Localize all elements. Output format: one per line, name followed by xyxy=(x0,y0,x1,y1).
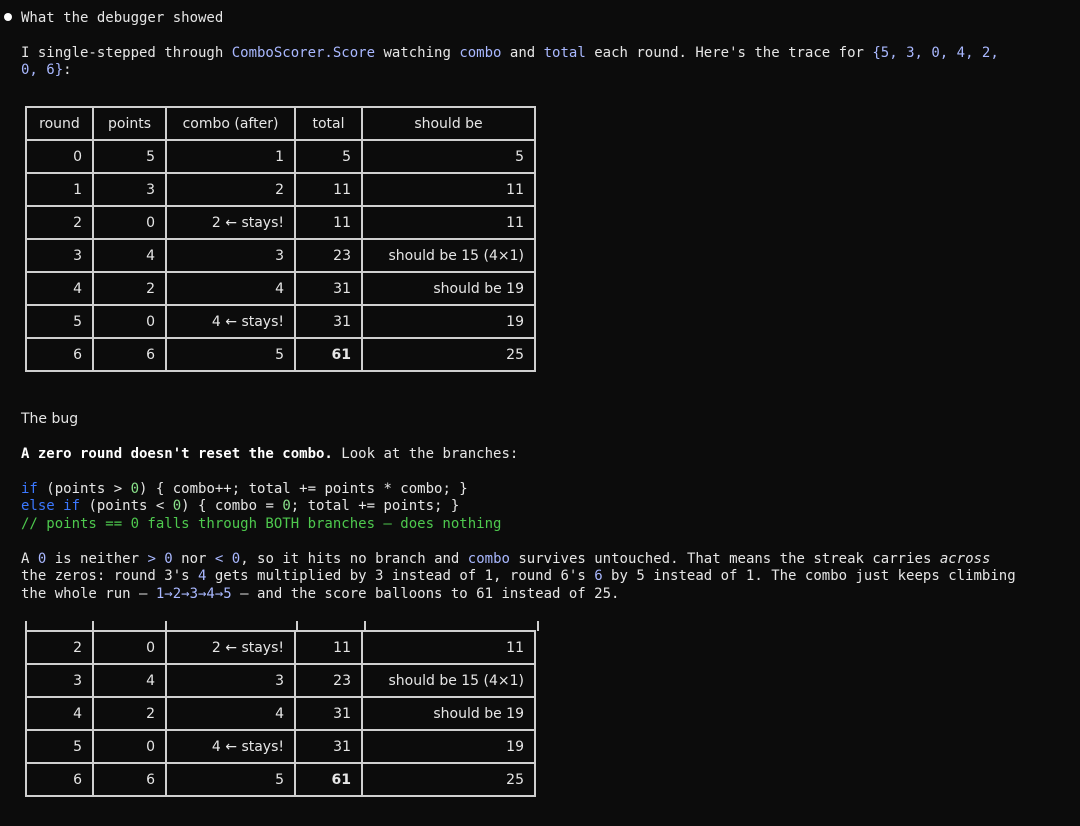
table-cell: 0 xyxy=(25,139,94,174)
table-cell: 4 ← stays! xyxy=(165,304,296,339)
table-cell: 1 xyxy=(25,172,94,207)
table-cell: 19 xyxy=(361,729,536,764)
table-cell: 1 xyxy=(165,139,296,174)
bug-summary: A zero round doesn't reset the combo. Lo… xyxy=(21,446,519,462)
table-cell: 5 xyxy=(25,304,94,339)
table-cell: 11 xyxy=(294,172,363,207)
intro-line-2: 0, 6}: xyxy=(21,62,72,78)
table-cell: 23 xyxy=(294,663,363,698)
table-cell: 3 xyxy=(25,238,94,273)
table-cell: 31 xyxy=(294,696,363,731)
table-row: 6 6 5 61 25 xyxy=(25,337,536,372)
table-cell: 61 xyxy=(294,337,363,372)
bullet-icon xyxy=(4,13,12,21)
table-row: 202 ← stays! 11 11 xyxy=(25,205,536,240)
table-cell: 6 xyxy=(92,337,167,372)
table-header-row: round points combo (after) total should … xyxy=(25,106,536,141)
table-cell: 5 xyxy=(361,139,536,174)
table-cell: 0 xyxy=(92,729,167,764)
table-cell: 4 xyxy=(165,696,296,731)
table-row: 6 6 5 61 25 xyxy=(25,762,536,797)
table-cell: 4 ← stays! xyxy=(165,729,296,764)
table-cell: 4 xyxy=(92,238,167,273)
table-cell: 5 xyxy=(165,762,296,797)
table-cell: 25 xyxy=(361,762,536,797)
intro-line-1: I single-stepped through ComboScorer.Sco… xyxy=(21,45,999,61)
table-cell: 31 xyxy=(294,304,363,339)
table-row: 1 3 2 11 11 xyxy=(25,172,536,207)
table-cell: should be 19 xyxy=(361,696,536,731)
section-heading: What the debugger showed xyxy=(21,10,224,26)
trace-table: round points combo (after) total should … xyxy=(25,106,536,372)
code-line-2: else if (points < 0) { combo = 0; total … xyxy=(21,498,460,514)
table-cell: 4 xyxy=(165,271,296,306)
table-cell: should be 15 (4×1) xyxy=(361,238,536,273)
table-cell: 11 xyxy=(361,630,536,665)
table-row: 504 ← stays! 31 19 xyxy=(25,729,536,764)
table-cell: 6 xyxy=(25,337,94,372)
table-cell: 3 xyxy=(165,238,296,273)
explain-line-1: A 0 is neither > 0 nor < 0, so it hits n… xyxy=(21,551,991,567)
table-cell: 3 xyxy=(165,663,296,698)
explain-line-2: the zeros: round 3's 4 gets multiplied b… xyxy=(21,568,1016,584)
table-cell: 6 xyxy=(92,762,167,797)
table-cell: 23 xyxy=(294,238,363,273)
code-comment: // points == 0 falls through BOTH branch… xyxy=(21,516,502,532)
table-cell: 61 xyxy=(294,762,363,797)
table-row: 4 2 4 31 should be 19 xyxy=(25,271,536,306)
table-cell: 5 xyxy=(25,729,94,764)
table-cell: 11 xyxy=(361,205,536,240)
table-cell: 3 xyxy=(25,663,94,698)
table-cell: 4 xyxy=(25,271,94,306)
table-cell: 11 xyxy=(294,205,363,240)
table-cell: 31 xyxy=(294,729,363,764)
table-cell: 5 xyxy=(92,139,167,174)
table-row: 504 ← stays! 31 19 xyxy=(25,304,536,339)
table-cell: 2 xyxy=(25,205,94,240)
function-name: ComboScorer.Score xyxy=(231,45,376,61)
table-cell: 2 xyxy=(92,271,167,306)
table-cell: 3 xyxy=(92,172,167,207)
trace-table-continued: 202 ← stays! 11 11 3 4 3 23 should be 15 (4×1) 4… xyxy=(25,630,536,797)
table-row: 4 2 4 31 should be 19 xyxy=(25,696,536,731)
table-cell: 5 xyxy=(294,139,363,174)
col-header-should-be: should be xyxy=(361,106,536,141)
table-cell: 11 xyxy=(361,172,536,207)
table-cell: 4 xyxy=(92,663,167,698)
table-cell: 2 xyxy=(165,172,296,207)
table-row: 3 4 3 23 should be 15 (4×1) xyxy=(25,663,536,698)
col-header-points: points xyxy=(92,106,167,141)
table-cell: 4 xyxy=(25,696,94,731)
col-header-total: total xyxy=(294,106,363,141)
table-cell: should be 19 xyxy=(361,271,536,306)
explain-line-3: the whole run — 1→2→3→4→5 — and the scor… xyxy=(21,586,620,602)
bug-heading: The bug xyxy=(21,411,79,427)
table-cell: 0 xyxy=(92,304,167,339)
table-cell: 2 xyxy=(25,630,94,665)
col-header-combo: combo (after) xyxy=(165,106,296,141)
table-cell: 19 xyxy=(361,304,536,339)
table-cell: 6 xyxy=(25,762,94,797)
table-row: 3 4 3 23 should be 15 (4×1) xyxy=(25,238,536,273)
table-cell: 5 xyxy=(165,337,296,372)
table-row: 05155 xyxy=(25,139,536,174)
col-header-round: round xyxy=(25,106,94,141)
table-cell: 25 xyxy=(361,337,536,372)
table-cell: 0 xyxy=(92,205,167,240)
table-cell: 2 xyxy=(92,696,167,731)
table-cell: 31 xyxy=(294,271,363,306)
code-line-1: if (points > 0) { combo++; total += poin… xyxy=(21,481,468,497)
table-cell: 0 xyxy=(92,630,167,665)
table-cell: 2 ← stays! xyxy=(165,630,296,665)
table-cell: should be 15 (4×1) xyxy=(361,663,536,698)
table-row: 202 ← stays! 11 11 xyxy=(25,630,536,665)
table-cell: 2 ← stays! xyxy=(165,205,296,240)
table-cell: 11 xyxy=(294,630,363,665)
